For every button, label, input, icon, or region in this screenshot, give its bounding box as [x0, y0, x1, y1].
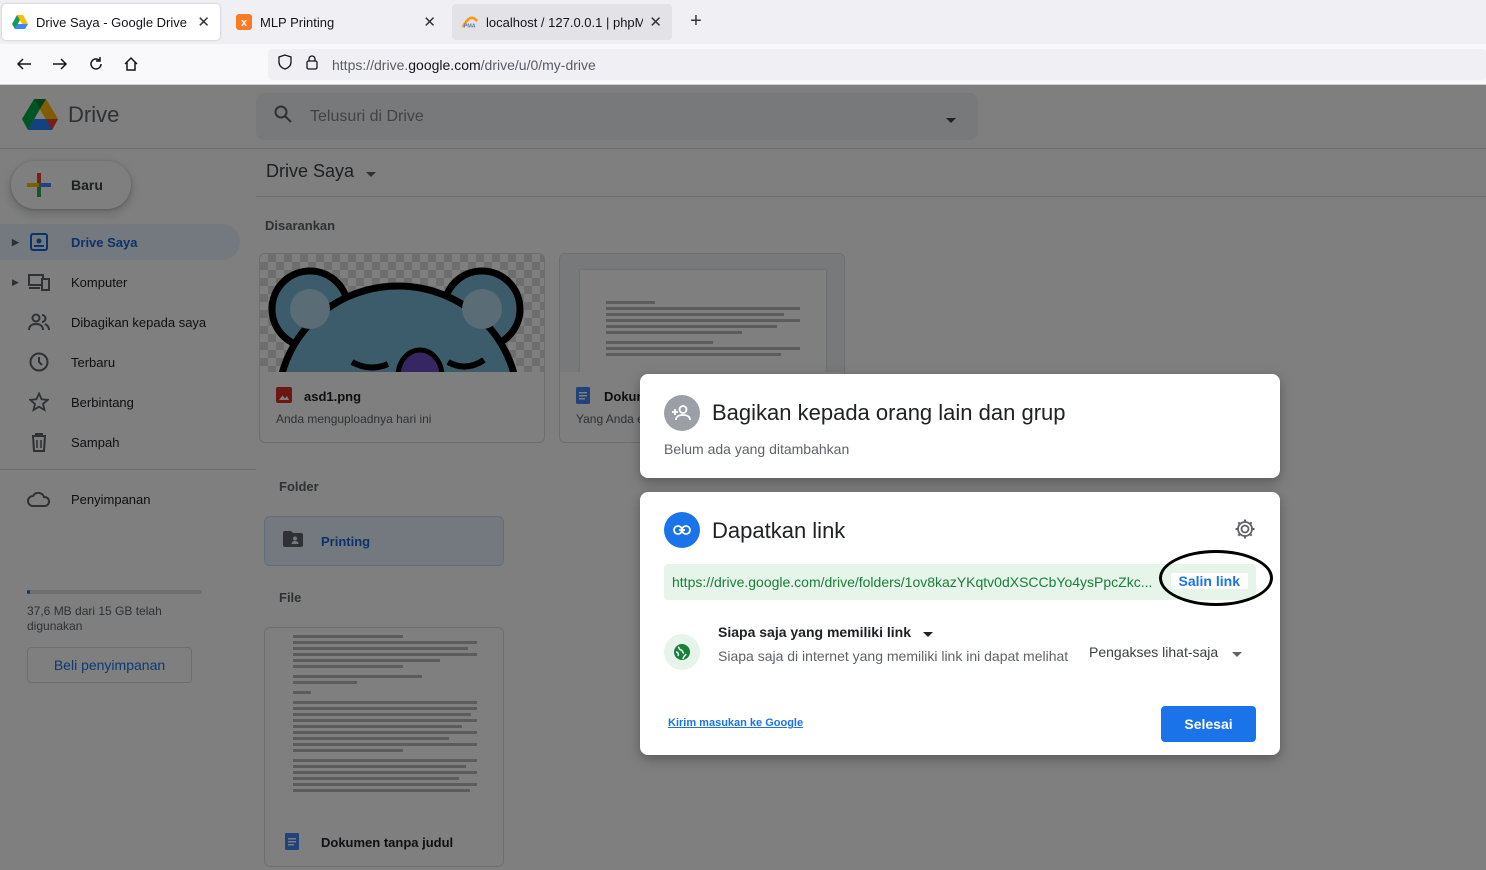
tab-mlp[interactable]: x MLP Printing ✕ — [226, 4, 446, 40]
phpmyadmin-favicon-icon: PMA — [462, 14, 478, 30]
role-label: Pengakses lihat-saja — [1089, 644, 1219, 660]
settings-gear-icon[interactable] — [1234, 518, 1256, 545]
chevron-down-icon[interactable] — [1232, 644, 1243, 660]
tab-title: MLP Printing — [260, 14, 335, 30]
done-button[interactable]: Selesai — [1161, 706, 1256, 742]
url-text: https://drive.google.com/drive/u/0/my-dr… — [332, 56, 596, 73]
close-tab-icon[interactable]: ✕ — [197, 13, 210, 31]
forward-arrow-icon[interactable] — [48, 52, 72, 76]
access-description: Siapa saja di internet yang memiliki lin… — [718, 648, 1069, 664]
share-people-dialog: Bagikan kepada orang lain dan grup Belum… — [640, 374, 1280, 478]
share-dialog-title: Bagikan kepada orang lain dan grup — [712, 400, 1066, 425]
reload-icon[interactable] — [84, 52, 108, 76]
address-bar[interactable]: https://drive.google.com/drive/u/0/my-dr… — [268, 49, 1486, 80]
share-link-text[interactable]: https://drive.google.com/drive/folders/1… — [672, 574, 1172, 590]
access-scope-label: Siapa saja yang memiliki link — [718, 624, 911, 640]
tab-title: localhost / 127.0.0.1 | phpMyA — [486, 14, 644, 30]
tab-title: Drive Saya - Google Drive — [36, 14, 187, 30]
back-arrow-icon[interactable] — [12, 52, 36, 76]
link-dialog-title: Dapatkan link — [712, 518, 846, 543]
get-link-dialog: Dapatkan link https://drive.google.com/d… — [640, 492, 1280, 755]
new-tab-button[interactable]: + — [684, 10, 708, 33]
share-empty-text: Belum ada yang ditambahkan — [664, 441, 850, 457]
svg-text:x: x — [241, 17, 248, 29]
send-feedback-link[interactable]: Kirim masukan ke Google — [668, 717, 803, 729]
close-tab-icon[interactable]: ✕ — [423, 13, 436, 31]
link-icon — [664, 512, 700, 548]
browser-nav-bar: https://drive.google.com/drive/u/0/my-dr… — [0, 44, 1486, 85]
add-person-icon — [664, 395, 700, 431]
shield-icon[interactable] — [278, 54, 292, 75]
xampp-favicon-icon: x — [236, 14, 252, 30]
chevron-down-icon[interactable] — [922, 624, 933, 640]
role-dropdown[interactable]: Pengakses lihat-saja — [1089, 644, 1243, 660]
close-tab-icon[interactable]: ✕ — [649, 13, 662, 31]
drive-app: Drive Telusuri di Drive Baru ▶ Drive Say… — [0, 85, 1486, 870]
browser-tab-bar: Drive Saya - Google Drive ✕ x MLP Printi… — [0, 0, 1486, 44]
globe-icon — [664, 634, 700, 670]
tab-drive[interactable]: Drive Saya - Google Drive ✕ — [2, 4, 220, 40]
home-icon[interactable] — [119, 52, 143, 76]
lock-icon[interactable] — [306, 54, 318, 75]
tab-phpmyadmin[interactable]: PMA localhost / 127.0.0.1 | phpMyA ✕ — [452, 4, 672, 40]
google-drive-favicon-icon — [12, 14, 28, 30]
access-scope-dropdown[interactable]: Siapa saja yang memiliki link — [718, 624, 933, 640]
annotation-ellipse — [1159, 550, 1273, 606]
svg-text:PMA: PMA — [464, 23, 476, 29]
